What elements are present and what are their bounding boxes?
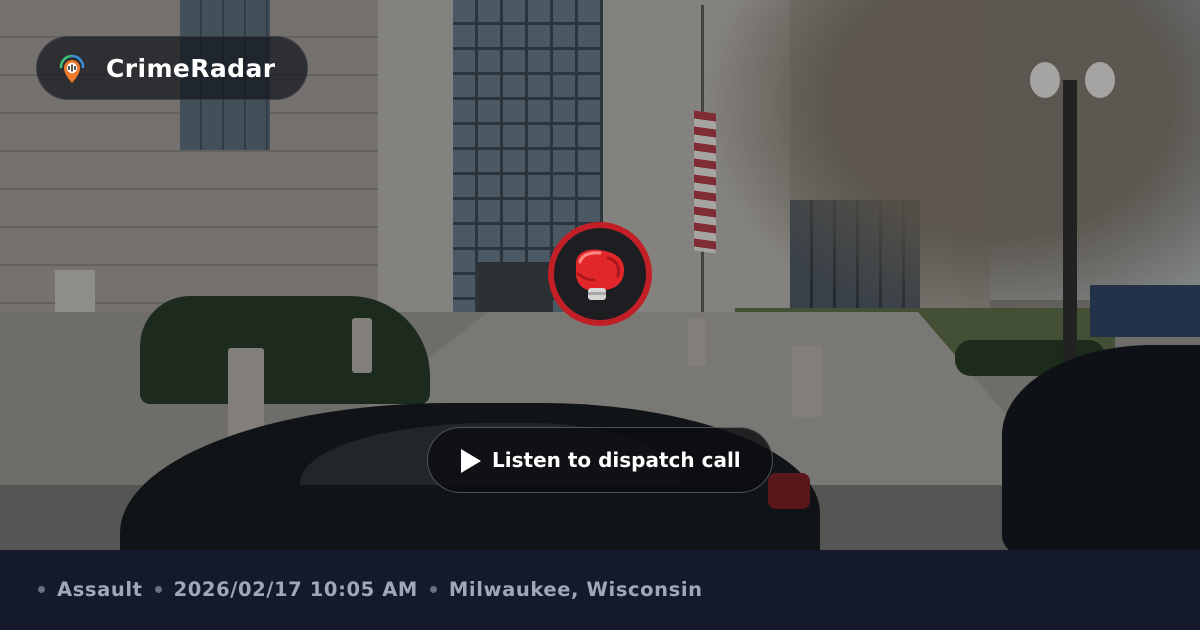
incident-meta-line: Assault 2026/02/17 10:05 AM Milwaukee, W… [38,572,715,606]
brand-pill[interactable]: CrimeRadar [36,36,308,100]
radar-pin-icon [57,54,87,84]
play-icon [461,449,481,473]
separator-dot [429,585,437,593]
listen-dispatch-label: Listen to dispatch call [492,448,741,472]
incident-info-bar: Assault 2026/02/17 10:05 AM Milwaukee, W… [0,550,1200,630]
boxing-glove-icon [576,249,624,300]
separator-dot [38,585,45,593]
crime-type: Assault [57,577,143,601]
listen-dispatch-button[interactable]: Listen to dispatch call [427,427,773,493]
separator-dot [154,585,162,593]
incident-location: Milwaukee, Wisconsin [448,577,703,601]
incident-type-badge [548,222,652,326]
brand-name: CrimeRadar [106,54,276,83]
incident-datetime: 2026/02/17 10:05 AM [173,577,418,601]
